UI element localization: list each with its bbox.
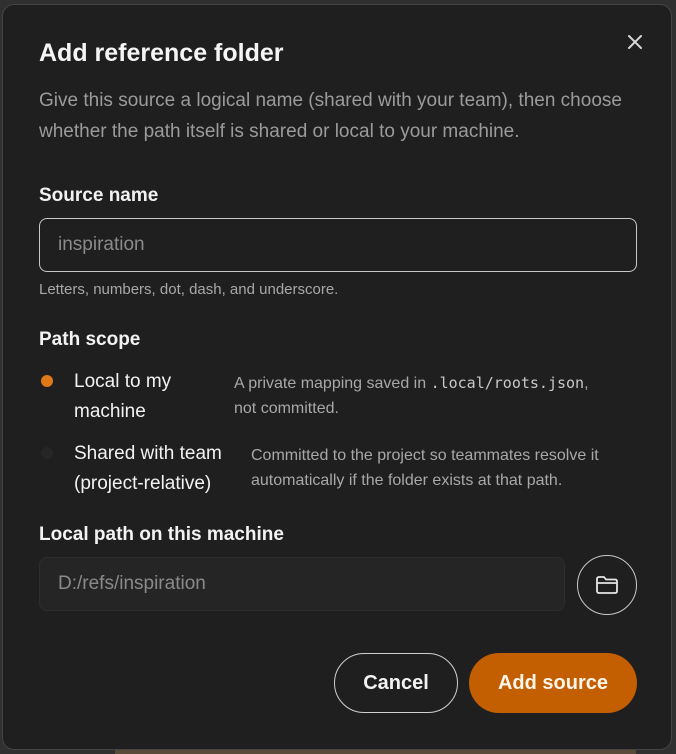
radio-label-local: Local to my machine [74,371,172,422]
radio-selected-indicator [41,375,53,387]
close-button[interactable] [624,31,646,53]
source-name-input[interactable] [39,218,637,272]
roots-json-path: .local/roots.json [430,374,585,392]
local-path-input[interactable] [39,557,565,611]
dialog-title: Add reference folder [39,39,284,67]
radio-unselected-indicator [41,447,53,459]
radio-desc-local: A private mapping saved in .local/roots.… [234,374,589,417]
add-reference-folder-dialog: Add reference folder Give this source a … [2,4,672,750]
path-scope-label: Path scope [39,329,141,350]
radio-label-shared: Shared with team (project-relative) [74,443,222,494]
radio-desc-shared: Committed to the project so teammates re… [251,447,599,489]
folder-icon [596,576,618,594]
dialog-subtitle: Give this source a logical name (shared … [39,90,622,142]
browse-folder-button[interactable] [577,555,637,615]
radio-shared-with-team[interactable]: Shared with team (project-relative) Comm… [39,439,639,499]
close-icon [628,35,642,49]
source-name-label: Source name [39,185,159,206]
local-path-label: Local path on this machine [39,524,284,545]
source-name-hint: Letters, numbers, dot, dash, and undersc… [39,281,339,298]
add-source-button[interactable]: Add source [469,653,637,713]
cancel-button[interactable]: Cancel [334,653,458,713]
radio-local-to-machine[interactable]: Local to my machine A private mapping sa… [39,367,639,427]
